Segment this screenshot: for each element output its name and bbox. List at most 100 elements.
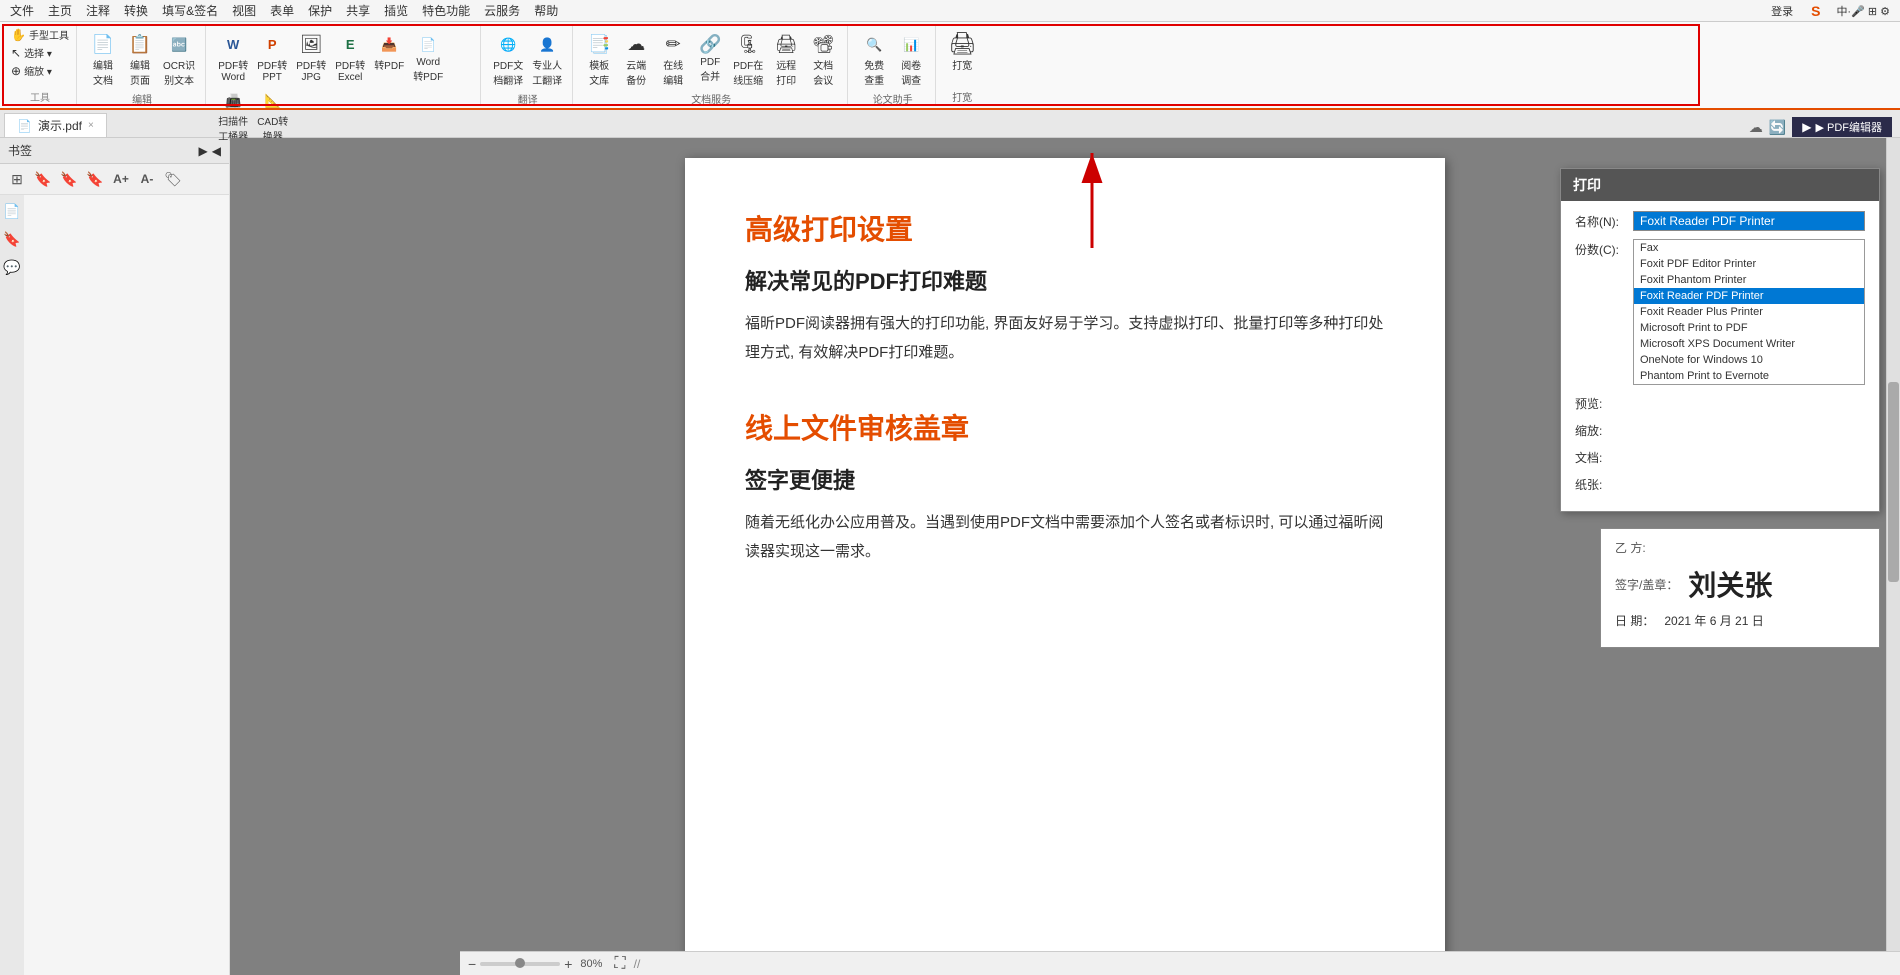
sig-name-row: 签字/盖章： 刘关张	[1615, 564, 1865, 604]
pdf-editor-bar[interactable]: ▶ ▶ PDF编辑器	[1792, 117, 1892, 137]
print-name-field: Foxit Reader PDF Printer	[1633, 211, 1865, 231]
zoom-label: 缩放 ▾	[24, 63, 52, 78]
printer-foxit-plus[interactable]: Foxit Reader Plus Printer	[1634, 304, 1864, 320]
scan-icon: 📠	[221, 88, 245, 112]
print-button[interactable]: 🖨 打宽	[944, 30, 980, 74]
printer-ms-pdf[interactable]: Microsoft Print to PDF	[1634, 320, 1864, 336]
sig-subtitle: 签字更便捷	[745, 463, 1385, 495]
menu-item-special[interactable]: 特色功能	[416, 0, 476, 21]
select-button[interactable]: ↖ 选择 ▾	[8, 44, 72, 61]
print-doc-row: 文档:	[1575, 447, 1865, 466]
hand-icon: ✋	[11, 28, 26, 42]
edit-doc-button[interactable]: 📄 编辑文档	[85, 30, 121, 89]
printer-foxit-phantom[interactable]: Foxit Phantom Printer	[1634, 272, 1864, 288]
remote-print-button[interactable]: 🖨 远程打印	[768, 30, 804, 89]
edit-page-button[interactable]: 📋 编辑页面	[122, 30, 158, 89]
print-paper-row: 纸张:	[1575, 474, 1865, 493]
zoom-slider-thumb[interactable]	[515, 958, 525, 968]
to-pdf-button[interactable]: 📥 转PDF	[370, 30, 408, 74]
zoom-in-icon[interactable]: +	[564, 956, 572, 972]
pdf-merge-button[interactable]: 🔗 PDF合并	[692, 30, 728, 85]
printer-foxit-reader[interactable]: Foxit Reader PDF Printer	[1634, 288, 1864, 304]
sidebar-tool-7[interactable]: 🏷	[162, 168, 184, 190]
sidebar-expand-icon[interactable]: ▶	[199, 144, 208, 158]
pdf-tab[interactable]: 📄 演示.pdf ×	[4, 113, 107, 137]
printer-ms-xps[interactable]: Microsoft XPS Document Writer	[1634, 336, 1864, 352]
doc-meeting-button[interactable]: 📽 文档会议	[805, 30, 841, 89]
print-copies-row: 份数(C): Fax Foxit PDF Editor Printer Foxi…	[1575, 239, 1865, 385]
pro-translate-button[interactable]: 👤 专业人工翻译	[528, 30, 566, 89]
plagiarism-check-button[interactable]: 🔍 免费查重	[856, 30, 892, 89]
zoom-slider[interactable]	[480, 962, 560, 966]
menu-item-share[interactable]: 共享	[340, 0, 376, 21]
menu-item-help[interactable]: 帮助	[528, 0, 564, 21]
zoom-button[interactable]: ⊕ 缩放 ▾	[8, 62, 72, 79]
printer-evernote[interactable]: Phantom Print to Evernote	[1634, 368, 1864, 384]
printer-fax[interactable]: Fax	[1634, 240, 1864, 256]
sidebar-panel-1[interactable]: 📄	[2, 201, 22, 221]
ocr-button[interactable]: 🔤 OCR识别文本	[159, 30, 199, 89]
bottom-bar: − + 80% ⛶ //	[460, 951, 1900, 975]
sidebar-icons: 📄 🔖 💬	[0, 195, 24, 975]
sidebar-tool-3[interactable]: 🔖	[58, 168, 80, 190]
print-zoom-label: 缩放:	[1575, 420, 1625, 439]
sidebar-panel-3[interactable]: 💬	[2, 257, 22, 277]
print-copies-label: 份数(C):	[1575, 239, 1625, 258]
hand-tool-button[interactable]: ✋ 手型工具	[8, 26, 72, 43]
pdf-translate-button[interactable]: 🌐 PDF文档翻译	[489, 30, 527, 89]
cloud-backup-button[interactable]: ☁ 云端备份	[618, 30, 654, 89]
print-name-input[interactable]: Foxit Reader PDF Printer	[1633, 211, 1865, 231]
print-doc-label: 文档:	[1575, 447, 1625, 466]
sidebar-content: 📄 🔖 💬	[0, 195, 229, 975]
pdf-to-jpg-button[interactable]: 🖼 PDF转JPG	[292, 30, 330, 85]
pdf-to-word-button[interactable]: W PDF转Word	[214, 30, 252, 85]
pdf-to-ppt-button[interactable]: P PDF转PPT	[253, 30, 291, 85]
sidebar-tool-4[interactable]: 🔖	[84, 168, 106, 190]
pdf-ppt-icon: P	[260, 32, 284, 56]
menu-item-file[interactable]: 文件	[4, 0, 40, 21]
sidebar-tool-1[interactable]: ⊞	[6, 168, 28, 190]
sidebar-tool-6[interactable]: A-	[136, 168, 158, 190]
word-to-pdf-button[interactable]: 📄 Word转PDF	[409, 30, 447, 85]
print-section-title: 高级打印设置	[745, 208, 1385, 248]
printer-onenote[interactable]: OneNote for Windows 10	[1634, 352, 1864, 368]
menu-item-form[interactable]: 表单	[264, 0, 300, 21]
hand-tool-label: 手型工具	[29, 27, 69, 42]
resize-icon: //	[634, 957, 641, 971]
online-edit-button[interactable]: ✏ 在线编辑	[655, 30, 691, 89]
remote-print-icon: 🖨	[774, 32, 798, 56]
paper-survey-button[interactable]: 📊 阅卷调查	[893, 30, 929, 89]
pdf-editor-arrow: ▶	[1802, 120, 1811, 134]
fullscreen-icon[interactable]: ⛶	[614, 955, 625, 973]
sidebar-tool-5[interactable]: A+	[110, 168, 132, 190]
menu-item-annotation[interactable]: 注释	[80, 0, 116, 21]
cad-icon: 📐	[261, 88, 285, 112]
cad-button[interactable]: 📐 CAD转换器	[253, 86, 292, 145]
edit-doc-icon: 📄	[91, 32, 115, 56]
menu-item-browse[interactable]: 插览	[378, 0, 414, 21]
zoom-out-icon[interactable]: −	[468, 956, 476, 972]
plagiarism-icon: 🔍	[862, 32, 886, 56]
sidebar-panel-2[interactable]: 🔖	[2, 229, 22, 249]
pdf-compress-button[interactable]: 🗜 PDF在线压缩	[729, 30, 767, 89]
sig-party-row: 乙 方:	[1615, 539, 1865, 556]
tab-close-button[interactable]: ×	[88, 120, 94, 131]
scrollbar-thumb[interactable]	[1888, 382, 1899, 582]
sig-name-value: 刘关张	[1688, 564, 1772, 604]
menu-item-convert[interactable]: 转换	[118, 0, 154, 21]
menu-item-sign[interactable]: 填写&签名	[156, 0, 224, 21]
word-pdf-icon: 📄	[416, 32, 440, 56]
scan-button[interactable]: 📠 扫描件工桶器	[214, 86, 252, 145]
menu-item-cloud[interactable]: 云服务	[478, 0, 526, 21]
menu-item-protect[interactable]: 保护	[302, 0, 338, 21]
menu-item-view[interactable]: 视图	[226, 0, 262, 21]
login-button[interactable]: 登录	[1765, 1, 1799, 21]
sidebar-collapse-icon[interactable]: ◀	[212, 144, 221, 158]
pdf-to-excel-button[interactable]: E PDF转Excel	[331, 30, 369, 85]
scrollbar-right[interactable]	[1886, 138, 1900, 951]
template-button[interactable]: 📑 模板文库	[581, 30, 617, 89]
menu-item-home[interactable]: 主页	[42, 0, 78, 21]
printer-foxit-editor[interactable]: Foxit PDF Editor Printer	[1634, 256, 1864, 272]
sidebar-tool-2[interactable]: 🔖	[32, 168, 54, 190]
sync-icon: 🔄	[1769, 119, 1786, 136]
